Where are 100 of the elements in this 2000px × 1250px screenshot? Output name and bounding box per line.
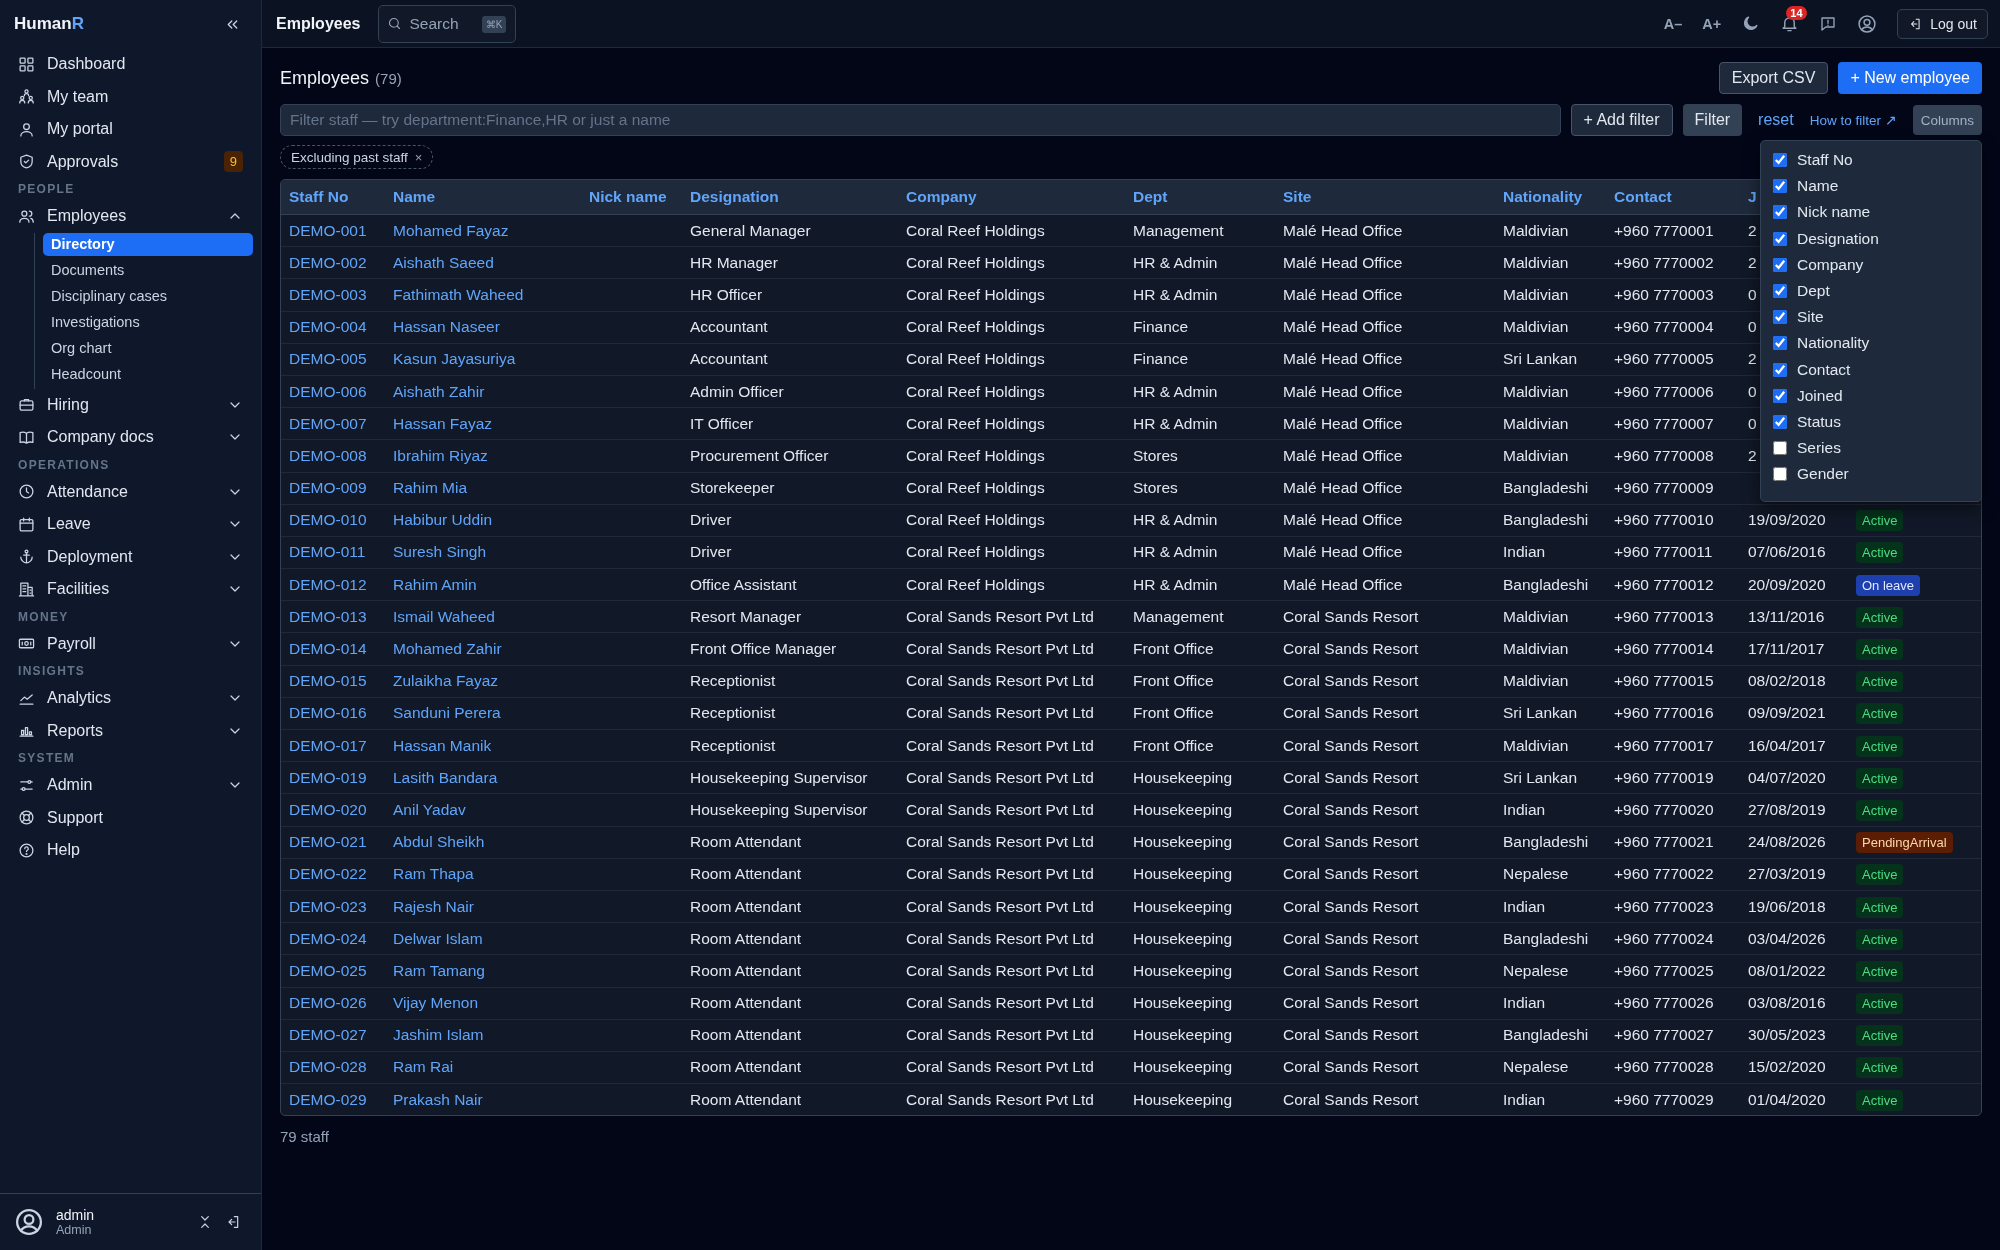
staff-id-link[interactable]: DEMO-021 (289, 833, 367, 851)
employee-name-link[interactable]: Aishath Saeed (393, 253, 494, 271)
staff-id-link[interactable]: DEMO-007 (289, 414, 367, 432)
employee-name-link[interactable]: Fathimath Waheed (393, 285, 524, 303)
employee-name-link[interactable]: Delwar Islam (393, 929, 483, 947)
nav-subitem[interactable]: Headcount (43, 360, 253, 387)
column-checkbox[interactable] (1773, 467, 1787, 482)
filter-button[interactable]: Filter (1682, 104, 1743, 136)
account-icon[interactable] (1857, 13, 1878, 34)
nav-item[interactable]: Approvals 9 (8, 145, 253, 178)
employee-name-link[interactable]: Aishath Zahir (393, 382, 485, 400)
employee-name-link[interactable]: Zulaikha Fayaz (393, 672, 499, 690)
nav-subitem[interactable]: Investigations (43, 308, 253, 335)
staff-id-link[interactable]: DEMO-003 (289, 285, 367, 303)
column-checkbox[interactable] (1773, 153, 1787, 168)
column-header[interactable]: Dept (1133, 188, 1168, 205)
column-checkbox[interactable] (1773, 388, 1787, 403)
nav-item[interactable]: Payroll (8, 627, 253, 660)
column-checkbox[interactable] (1773, 336, 1787, 351)
nav-item[interactable]: Company docs (8, 421, 253, 454)
staff-id-link[interactable]: DEMO-005 (289, 350, 367, 368)
staff-id-link[interactable]: DEMO-002 (289, 253, 367, 271)
employee-name-link[interactable]: Ram Rai (393, 1058, 454, 1076)
nav-item[interactable]: Attendance (8, 475, 253, 508)
staff-id-link[interactable]: DEMO-014 (289, 640, 367, 658)
employee-name-link[interactable]: Vijay Menon (393, 994, 478, 1012)
staff-id-link[interactable]: DEMO-001 (289, 221, 367, 239)
employee-name-link[interactable]: Ram Thapa (393, 865, 474, 883)
logout-button[interactable]: Log out (1897, 8, 1988, 39)
employee-name-link[interactable]: Abdul Sheikh (393, 833, 485, 851)
staff-id-link[interactable]: DEMO-009 (289, 479, 367, 497)
nav-item[interactable]: My team (8, 80, 253, 113)
column-header[interactable]: J (1748, 188, 1757, 205)
nav-item[interactable]: Analytics (8, 682, 253, 715)
employee-name-link[interactable]: Rajesh Nair (393, 897, 474, 915)
moon-icon[interactable] (1741, 14, 1761, 33)
staff-id-link[interactable]: DEMO-017 (289, 736, 367, 754)
add-filter-button[interactable]: + Add filter (1570, 104, 1673, 136)
nav-item[interactable]: Support (8, 801, 253, 834)
nav-item[interactable]: Deployment (8, 540, 253, 573)
column-checkbox[interactable] (1773, 414, 1787, 429)
reset-link[interactable]: reset (1758, 111, 1794, 129)
nav-subitem[interactable]: Documents (43, 256, 253, 283)
employee-name-link[interactable]: Ibrahim Riyaz (393, 446, 488, 464)
nav-subitem[interactable]: Disciplinary cases (43, 282, 253, 309)
employee-name-link[interactable]: Ram Tamang (393, 961, 485, 979)
staff-id-link[interactable]: DEMO-006 (289, 382, 367, 400)
font-decrease-button[interactable]: A– (1663, 15, 1683, 32)
staff-id-link[interactable]: DEMO-016 (289, 704, 367, 722)
export-button[interactable]: Export CSV (1718, 62, 1829, 94)
staff-id-link[interactable]: DEMO-026 (289, 994, 367, 1012)
staff-id-link[interactable]: DEMO-023 (289, 897, 367, 915)
staff-id-link[interactable]: DEMO-025 (289, 961, 367, 979)
new-employee-button[interactable]: + New employee (1838, 62, 1982, 94)
employee-name-link[interactable]: Mohamed Zahir (393, 640, 502, 658)
staff-id-link[interactable]: DEMO-020 (289, 800, 367, 818)
nav-item[interactable]: Dashboard (8, 48, 253, 81)
nav-item[interactable]: Facilities (8, 573, 253, 606)
column-checkbox[interactable] (1773, 284, 1787, 299)
employee-name-link[interactable]: Mohamed Fayaz (393, 221, 509, 239)
nav-item[interactable]: Employees (8, 200, 253, 233)
column-header[interactable]: Company (906, 188, 977, 205)
column-checkbox[interactable] (1773, 179, 1787, 194)
column-checkbox[interactable] (1773, 257, 1787, 272)
staff-id-link[interactable]: DEMO-028 (289, 1058, 367, 1076)
nav-item[interactable]: Hiring (8, 388, 253, 421)
employee-name-link[interactable]: Lasith Bandara (393, 768, 498, 786)
employee-name-link[interactable]: Rahim Mia (393, 479, 468, 497)
nav-item[interactable]: Admin (8, 769, 253, 802)
column-header[interactable]: Site (1283, 188, 1312, 205)
employee-name-link[interactable]: Ismail Waheed (393, 607, 495, 625)
employee-name-link[interactable]: Suresh Singh (393, 543, 487, 561)
employee-name-link[interactable]: Rahim Amin (393, 575, 477, 593)
column-checkbox[interactable] (1773, 310, 1787, 325)
help-link[interactable]: How to filter ↗ (1809, 112, 1897, 128)
nav-item[interactable]: Reports (8, 714, 253, 747)
staff-id-link[interactable]: DEMO-024 (289, 929, 367, 947)
employee-name-link[interactable]: Jashim Islam (393, 1026, 484, 1044)
staff-id-link[interactable]: DEMO-012 (289, 575, 367, 593)
column-checkbox[interactable] (1773, 231, 1787, 246)
remove-chip-button[interactable]: × (414, 149, 423, 165)
staff-id-link[interactable]: DEMO-027 (289, 1026, 367, 1044)
staff-id-link[interactable]: DEMO-008 (289, 446, 367, 464)
staff-id-link[interactable]: DEMO-015 (289, 672, 367, 690)
employee-name-link[interactable]: Anil Yadav (393, 800, 466, 818)
font-increase-button[interactable]: A+ (1702, 15, 1722, 32)
nav-subitem[interactable]: Org chart (43, 334, 253, 361)
column-checkbox[interactable] (1773, 205, 1787, 220)
column-checkbox[interactable] (1773, 441, 1787, 456)
nav-item[interactable]: My portal (8, 113, 253, 146)
filter-field[interactable]: Filter staff — try department:Finance,HR or just a name (280, 104, 1561, 136)
column-checkbox[interactable] (1773, 362, 1787, 377)
employee-name-link[interactable]: Kasun Jayasuriya (393, 350, 516, 368)
staff-id-link[interactable]: DEMO-029 (289, 1090, 367, 1108)
employee-name-link[interactable]: Habibur Uddin (393, 511, 493, 529)
employee-name-link[interactable]: Sanduni Perera (393, 704, 501, 722)
employee-name-link[interactable]: Hassan Naseer (393, 318, 500, 336)
message-icon[interactable] (1819, 14, 1838, 33)
staff-id-link[interactable]: DEMO-013 (289, 607, 367, 625)
employee-name-link[interactable]: Hassan Manik (393, 736, 492, 754)
